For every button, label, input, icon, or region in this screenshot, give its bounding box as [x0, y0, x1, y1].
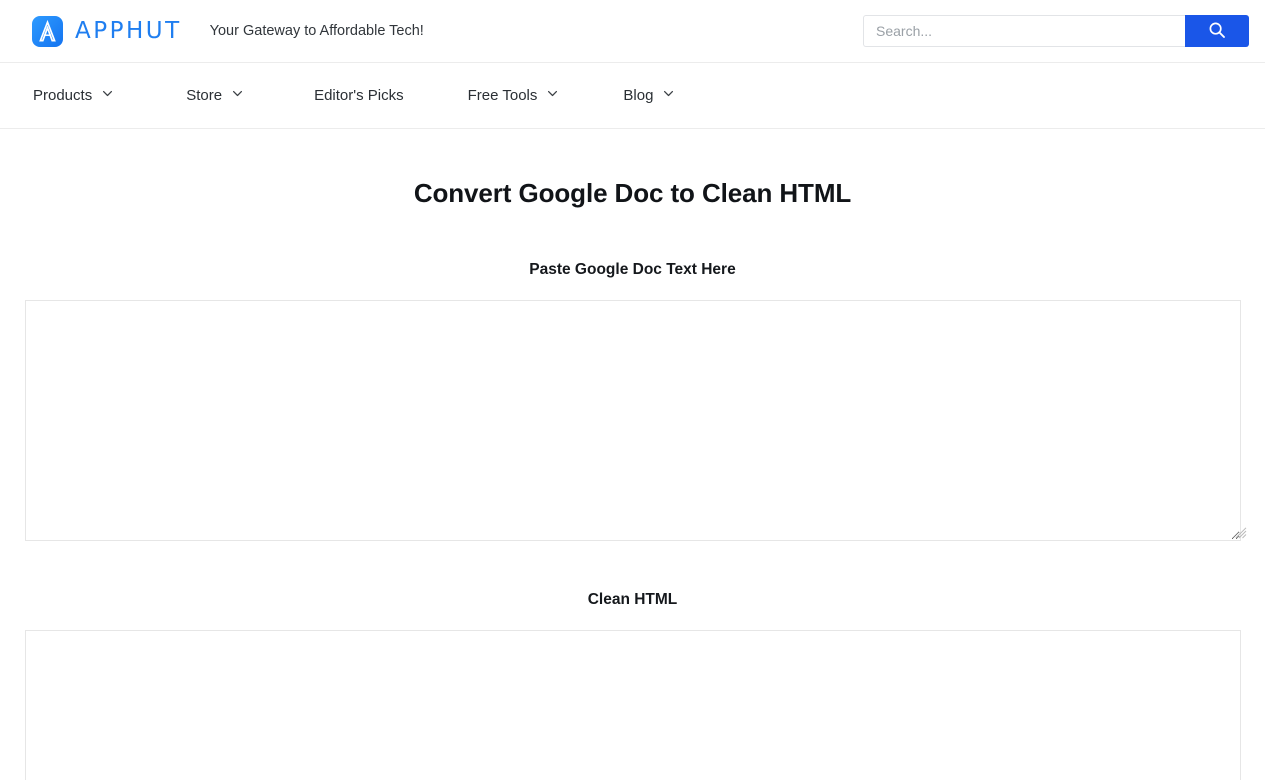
site-tagline: Your Gateway to Affordable Tech!	[209, 23, 424, 39]
nav-item-label: Free Tools	[467, 87, 538, 104]
nav-item-free-tools[interactable]: Free Tools	[468, 87, 560, 104]
brand-logo[interactable]: APPHUT	[32, 15, 182, 47]
nav-item-products[interactable]: Products	[33, 87, 114, 104]
nav-item-label: Products	[33, 87, 93, 104]
apphut-logo-icon	[32, 15, 63, 47]
nav-item-label: Blog	[623, 87, 654, 104]
nav-item-editors-picks[interactable]: Editor's Picks	[314, 87, 404, 104]
search-input[interactable]	[863, 15, 1185, 47]
nav-item-label: Store	[186, 87, 223, 104]
search-button[interactable]	[1185, 15, 1249, 47]
paste-input-container	[0, 300, 1265, 541]
chevron-down-icon	[101, 87, 114, 104]
main-content: Convert Google Doc to Clean HTML Paste G…	[0, 129, 1265, 780]
paste-input-label: Paste Google Doc Text Here	[529, 261, 736, 278]
nav-item-blog[interactable]: Blog	[623, 87, 675, 104]
main-navigation: Products Store Editor's Picks Free Tools…	[0, 63, 1265, 129]
clean-html-output-container	[0, 630, 1265, 780]
nav-item-label: Editor's Picks	[314, 87, 404, 104]
chevron-down-icon	[231, 87, 244, 104]
page-title: Convert Google Doc to Clean HTML	[413, 178, 852, 208]
search-icon	[1208, 21, 1226, 42]
nav-item-store[interactable]: Store	[186, 87, 244, 104]
clean-html-label: Clean HTML	[587, 591, 678, 608]
search-bar	[863, 15, 1249, 47]
brand-wordmark: APPHUT	[75, 17, 182, 44]
site-header: APPHUT Your Gateway to Affordable Tech!	[0, 0, 1265, 63]
clean-html-output-textarea[interactable]	[24, 630, 1241, 780]
chevron-down-icon	[662, 87, 675, 104]
paste-input-textarea[interactable]	[24, 300, 1241, 541]
chevron-down-icon	[546, 87, 559, 104]
